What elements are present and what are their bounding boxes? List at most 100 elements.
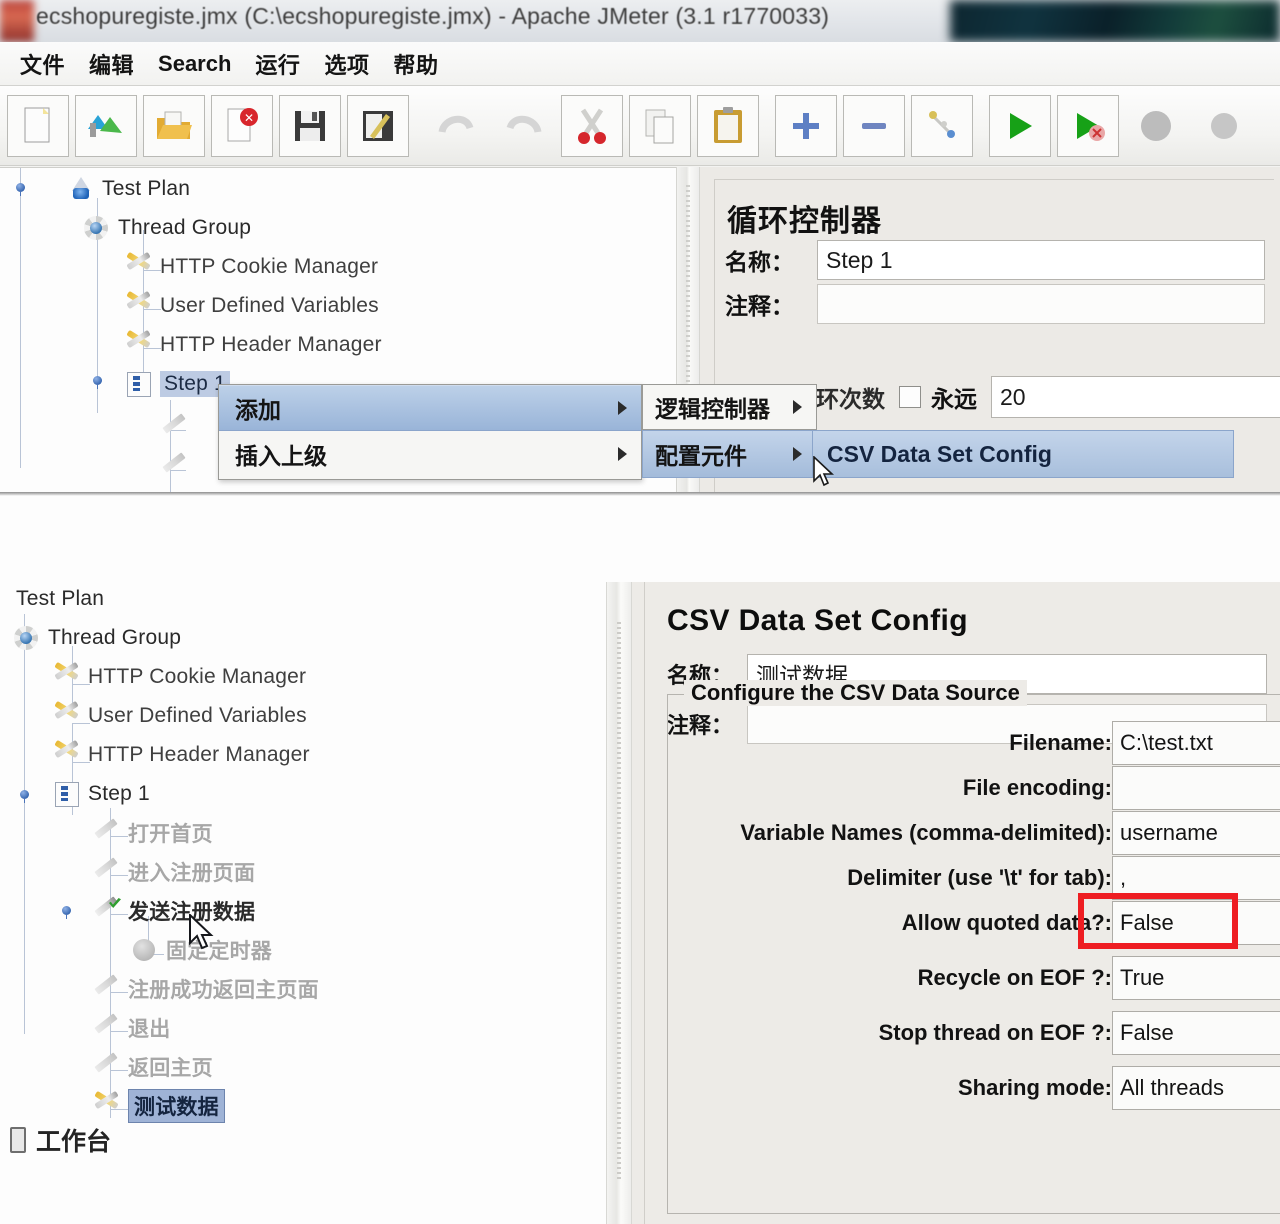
tree-item-test-data[interactable]: 测试数据 [92, 1089, 225, 1123]
menu-search[interactable]: Search [146, 49, 243, 79]
tree-expander[interactable] [91, 376, 104, 389]
shutdown-icon[interactable] [1193, 95, 1255, 157]
http-request-icon [92, 820, 122, 846]
new-document-icon[interactable] [7, 94, 69, 157]
menu-file[interactable]: 文件 [8, 46, 77, 82]
tree-item-label: Test Plan [16, 587, 105, 610]
paste-icon[interactable] [697, 94, 759, 157]
context-menu-item-insert-parent[interactable]: 插入上级 [219, 431, 641, 477]
window-title: ecshopuregiste.jmx (C:\ecshopuregiste.jm… [36, 3, 830, 29]
recycle-on-eof-label: Recycle on EOF ?: [917, 965, 1112, 990]
redo-icon[interactable] [493, 95, 555, 157]
tree-item-logout[interactable]: 退出 [92, 1011, 170, 1045]
http-request-checked-icon [92, 898, 122, 924]
config-wrench-icon [92, 1093, 122, 1119]
tree-item-http-cookie-manager[interactable]: HTTP Cookie Manager [52, 660, 306, 694]
copy-icon[interactable] [629, 94, 691, 157]
tree-item-user-defined-variables[interactable]: User Defined Variables [124, 289, 379, 323]
submenu-item-config-element[interactable]: 配置元件 [642, 430, 817, 478]
close-document-icon[interactable]: ✕ [211, 94, 273, 157]
tree-item-test-plan[interactable]: Test Plan [16, 582, 104, 616]
tree-item-return-home[interactable]: 返回主页 [92, 1050, 213, 1084]
sharing-mode-row: Sharing mode: All threads [668, 1066, 1280, 1110]
filename-field[interactable]: C:\test.txt [1112, 721, 1280, 765]
tree-item-label: HTTP Header Manager [160, 333, 382, 356]
stop-thread-on-eof-label: Stop thread on EOF ?: [878, 1020, 1112, 1045]
svg-text:✕: ✕ [244, 111, 254, 125]
tree-item-test-plan[interactable]: Test Plan [66, 172, 190, 206]
context-menu-item-add[interactable]: 添加 [219, 385, 641, 431]
tree-item-workbench[interactable]: 工作台 [10, 1122, 111, 1158]
tree-item-http-header-manager[interactable]: HTTP Header Manager [52, 738, 310, 772]
stop-thread-on-eof-field[interactable]: False [1112, 1011, 1280, 1055]
tree-expander[interactable] [14, 183, 27, 196]
tree-item-send-register-data[interactable]: 发送注册数据 [92, 894, 255, 928]
variable-names-highlight-box [1078, 893, 1238, 949]
loop-count-input[interactable]: 20 [991, 376, 1280, 418]
panel-title: CSV Data Set Config [667, 604, 968, 637]
tree-item-step-1[interactable]: Step 1 [52, 777, 150, 811]
forever-label: 永远 [931, 386, 977, 412]
bottom-test-plan-tree[interactable]: Test Plan Thread Group HTTP Cookie Manag… [0, 496, 606, 1224]
menu-bar: 文件 编辑 Search 运行 选项 帮助 [0, 42, 1280, 86]
tree-expander[interactable] [60, 906, 73, 919]
templates-icon[interactable] [75, 94, 137, 157]
undo-icon[interactable] [425, 95, 487, 157]
comment-input[interactable] [817, 284, 1265, 324]
variable-names-field[interactable]: username [1112, 811, 1280, 855]
loop-count-row: 循环次数 永远 20 [793, 376, 1280, 418]
tree-item-open-homepage[interactable]: 打开首页 [92, 816, 213, 850]
recycle-on-eof-field[interactable]: True [1112, 956, 1280, 1000]
submenu-item-label: 配置元件 [655, 443, 747, 469]
tree-item-step-1[interactable]: Step 1 [124, 367, 230, 401]
menu-options[interactable]: 选项 [312, 46, 381, 82]
save-as-icon[interactable] [347, 94, 409, 157]
tree-item-user-defined-variables[interactable]: User Defined Variables [52, 699, 307, 733]
open-folder-icon[interactable] [143, 94, 205, 157]
tree-expander[interactable] [18, 790, 31, 803]
tree-item-label: Thread Group [48, 626, 182, 649]
chevron-right-icon [618, 447, 627, 461]
menu-help[interactable]: 帮助 [381, 46, 450, 82]
save-icon[interactable] [279, 94, 341, 157]
thread-group-icon [82, 215, 112, 241]
tree-item-enter-register-page[interactable]: 进入注册页面 [92, 855, 255, 889]
context-menu[interactable]: 添加 插入上级 [218, 384, 642, 480]
context-menu-item-label: 插入上级 [235, 443, 327, 469]
file-encoding-field[interactable] [1112, 766, 1280, 810]
tree-item-label: 测试数据 [128, 1089, 225, 1123]
tree-item-http-header-manager[interactable]: HTTP Header Manager [124, 328, 382, 362]
start-no-pause-icon[interactable] [1057, 94, 1119, 157]
submenu-item-csv-data-set-config[interactable]: CSV Data Set Config [812, 430, 1234, 478]
http-request-icon [92, 976, 122, 1002]
comment-label: 注释： [725, 293, 794, 319]
sharing-mode-field[interactable]: All threads [1112, 1066, 1280, 1110]
tree-item-label: 打开首页 [128, 823, 213, 846]
loop-controller-icon [52, 781, 82, 807]
stop-icon[interactable] [1125, 95, 1187, 157]
menu-run[interactable]: 运行 [243, 46, 312, 82]
tree-item-thread-group[interactable]: Thread Group [82, 211, 251, 245]
tree-item-http-cookie-manager[interactable]: HTTP Cookie Manager [124, 250, 378, 284]
expand-all-icon[interactable] [775, 94, 837, 157]
start-icon[interactable] [989, 94, 1051, 157]
tree-item-hidden-a[interactable] [160, 411, 196, 445]
collapse-all-icon[interactable] [843, 94, 905, 157]
tree-item-register-success-return-home[interactable]: 注册成功返回主页面 [92, 972, 319, 1006]
filename-label: Filename: [1009, 730, 1112, 755]
recycle-on-eof-row: Recycle on EOF ?: True [668, 956, 1280, 1000]
menu-edit[interactable]: 编辑 [77, 46, 146, 82]
csv-data-source-group: Configure the CSV Data Source Filename: … [667, 680, 1280, 1214]
tree-item-label: Thread Group [118, 216, 252, 239]
tree-item-thread-group[interactable]: Thread Group [12, 621, 181, 655]
cut-icon[interactable] [561, 94, 623, 157]
name-row: 名称： Step 1 [725, 240, 1265, 280]
submenu-item-logic-controller[interactable]: 逻辑控制器 [642, 384, 817, 430]
timer-icon [130, 937, 160, 963]
toggle-icon[interactable] [911, 94, 973, 157]
bottom-split-divider[interactable] [606, 582, 632, 1224]
tree-item-hidden-b[interactable] [160, 450, 196, 484]
jmeter-window-bottom: Test Plan Thread Group HTTP Cookie Manag… [0, 496, 1280, 1224]
name-input[interactable]: Step 1 [817, 240, 1265, 280]
forever-checkbox[interactable] [899, 386, 921, 408]
